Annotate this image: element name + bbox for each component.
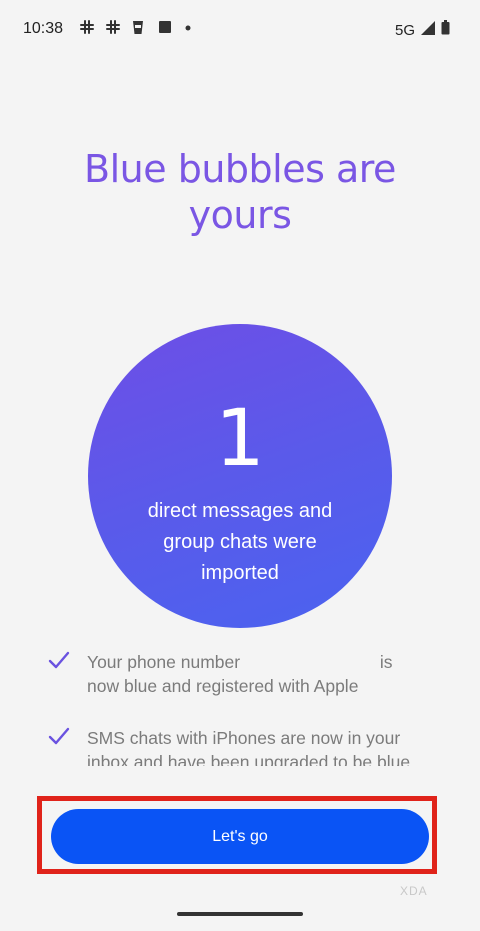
watermark-logo: XDA bbox=[400, 884, 428, 898]
imported-summary-circle: 1 direct messages and group chats were i… bbox=[88, 324, 392, 628]
imported-count: 1 bbox=[215, 394, 265, 484]
gesture-nav-handle[interactable] bbox=[177, 912, 303, 916]
page-title: Blue bubbles are yours bbox=[84, 147, 396, 237]
signal-icon bbox=[421, 20, 435, 40]
check-item-text: Your phone number is now blue and regist… bbox=[87, 650, 427, 698]
check-icon bbox=[48, 726, 70, 748]
imported-description: direct messages and group chats were imp… bbox=[147, 500, 333, 584]
slack-icon bbox=[80, 19, 94, 35]
redacted-phone-number bbox=[244, 654, 375, 668]
system-status: 5G bbox=[395, 20, 450, 40]
check-icon bbox=[48, 650, 70, 672]
square-icon bbox=[158, 19, 172, 35]
dot-icon bbox=[184, 19, 198, 35]
cup-icon bbox=[132, 19, 146, 35]
slack-icon bbox=[106, 19, 120, 35]
status-bar: 10:38 5G bbox=[0, 0, 480, 60]
check-text-before: Your phone number bbox=[87, 652, 241, 672]
battery-icon bbox=[441, 20, 450, 40]
notification-icons bbox=[80, 19, 198, 35]
highlight-annotation bbox=[37, 796, 437, 874]
status-time: 10:38 bbox=[23, 20, 64, 37]
check-item-text: SMS chats with iPhones are now in your i… bbox=[87, 728, 411, 766]
network-label: 5G bbox=[394, 21, 415, 39]
